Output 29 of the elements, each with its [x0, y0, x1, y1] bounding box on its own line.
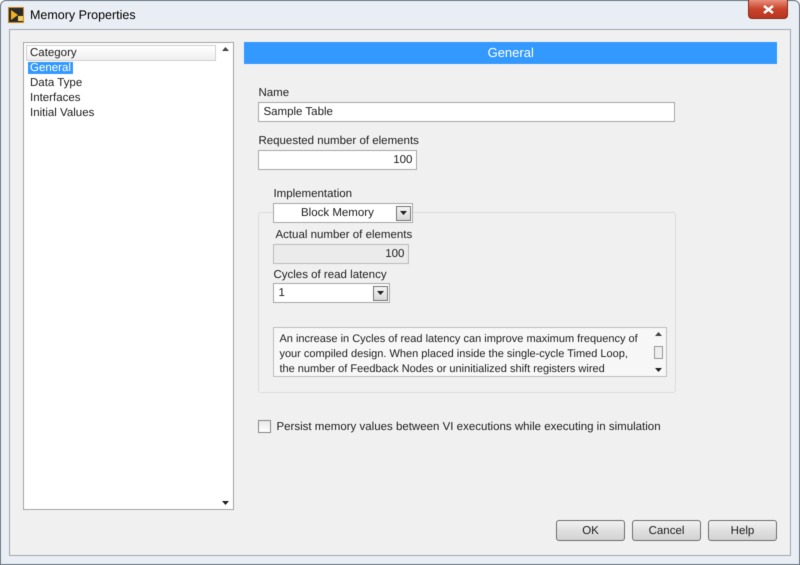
dialog-button[interactable]: OK	[556, 520, 625, 541]
window-title: Memory Properties	[30, 8, 137, 22]
field-label: Cycles of read latency	[273, 269, 387, 281]
number-field[interactable]: 100	[258, 150, 418, 170]
field-label: Implementation	[273, 188, 352, 200]
name-field[interactable]: Sample Table	[258, 102, 676, 122]
implementation-dropdown[interactable]: Block Memory	[273, 203, 414, 223]
category-item[interactable]: Initial Values	[28, 107, 96, 119]
category-item[interactable]: Data Type	[28, 77, 84, 89]
scroll-up-icon[interactable]	[655, 332, 662, 336]
close-icon	[762, 4, 774, 14]
scroll-thumb[interactable]	[654, 346, 664, 358]
description-text: An increase in Cycles of read latency can improve maximum frequency of your compiled design. When placed inside the single-cycle Timed Loop, the number of Feedback Nodes or uninitialized shift registers wired	[278, 332, 639, 376]
scroll-down-icon[interactable]	[655, 368, 662, 372]
scroll-down-icon[interactable]	[222, 501, 230, 505]
scroll-up-icon[interactable]	[222, 47, 230, 51]
section-header: General	[244, 42, 777, 64]
close-button[interactable]	[748, 0, 788, 19]
list-header: Category	[26, 45, 216, 61]
dialog-button[interactable]: Cancel	[632, 520, 701, 541]
category-item[interactable]: Interfaces	[28, 92, 82, 104]
field-label: Actual number of elements	[275, 229, 412, 241]
latency-dropdown[interactable]: 1	[273, 283, 390, 303]
field-label: Requested number of elements	[258, 135, 419, 147]
checkbox[interactable]	[258, 420, 272, 433]
dialog-button[interactable]: Help	[708, 520, 777, 541]
checkbox-label: Persist memory values between VI executions while executing in simulation	[276, 420, 661, 432]
field-label: Name	[258, 87, 290, 99]
app-icon	[8, 7, 24, 23]
